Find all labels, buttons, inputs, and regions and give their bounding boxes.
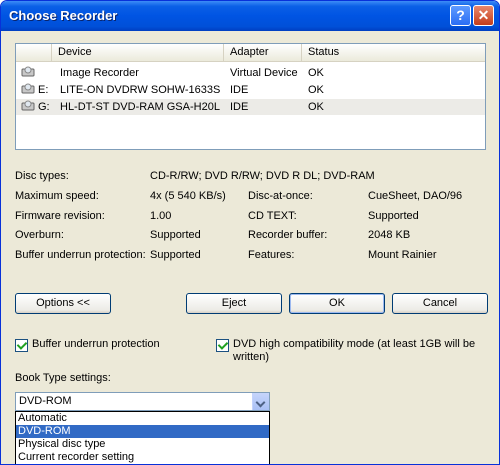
- device-name: Image Recorder: [60, 67, 139, 79]
- overburn-value: Supported: [150, 229, 201, 241]
- cancel-button[interactable]: Cancel: [392, 293, 488, 314]
- dropdown-option[interactable]: Automatic: [16, 412, 269, 425]
- disc-at-once-label: Disc-at-once:: [248, 190, 313, 202]
- drive-icon: [21, 83, 35, 94]
- list-item-drive-e[interactable]: E: LITE-ON DVDRW SOHW-1633S IDE OK: [16, 82, 485, 98]
- adapter-name: IDE: [230, 101, 249, 113]
- recorder-buffer-label: Recorder buffer:: [248, 229, 328, 241]
- adapter-column-header[interactable]: Adapter: [224, 44, 302, 61]
- max-speed-label: Maximum speed:: [15, 190, 99, 202]
- firmware-label: Firmware revision:: [15, 210, 105, 222]
- buffer-underrun-value: Supported: [150, 249, 201, 261]
- title-bar[interactable]: Choose Recorder ? ✕: [1, 1, 499, 31]
- dropdown-option-selected[interactable]: DVD-ROM: [16, 425, 269, 438]
- dvd-compat-checkbox-label[interactable]: DVD high compatibility mode (at least 1G…: [233, 338, 475, 350]
- status-column-header[interactable]: Status: [302, 44, 485, 61]
- device-status: OK: [308, 101, 324, 113]
- buffer-underrun-checkbox-label[interactable]: Buffer underrun protection: [32, 338, 160, 350]
- drive-letter: G:: [38, 101, 50, 113]
- list-item-image-recorder[interactable]: Image Recorder Virtual Device OK: [16, 65, 485, 81]
- device-name: LITE-ON DVDRW SOHW-1633S: [60, 84, 221, 96]
- disc-at-once-value: CueSheet, DAO/96: [368, 190, 463, 202]
- book-type-dropdown[interactable]: Automatic DVD-ROM Physical disc type Cur…: [15, 411, 270, 464]
- eject-button[interactable]: Eject: [186, 293, 282, 314]
- disc-types-label: Disc types:: [15, 170, 69, 182]
- list-header: Device Adapter Status: [16, 44, 485, 62]
- ok-button[interactable]: OK: [289, 293, 385, 314]
- device-column-header[interactable]: Device: [52, 44, 224, 61]
- overburn-label: Overburn:: [15, 229, 64, 241]
- disc-types-value: CD-R/RW; DVD R/RW; DVD R DL; DVD-RAM: [150, 170, 375, 182]
- close-button[interactable]: ✕: [473, 5, 494, 26]
- list-item-drive-g[interactable]: G: HL-DT-ST DVD-RAM GSA-H20L IDE OK: [16, 99, 485, 115]
- cd-text-value: Supported: [368, 210, 419, 222]
- adapter-name: IDE: [230, 84, 249, 96]
- chevron-down-icon[interactable]: [252, 393, 269, 410]
- book-type-select[interactable]: DVD-ROM: [15, 392, 270, 411]
- max-speed-value: 4x (5 540 KB/s): [150, 190, 226, 202]
- dropdown-option[interactable]: Physical disc type: [16, 438, 269, 451]
- drive-letter: E:: [38, 84, 49, 96]
- dvd-compat-checkbox-label-line2[interactable]: written): [233, 351, 269, 363]
- dvd-compat-checkbox[interactable]: [216, 339, 229, 352]
- firmware-value: 1.00: [150, 210, 172, 222]
- features-label: Features:: [248, 249, 295, 261]
- help-button[interactable]: ?: [450, 5, 471, 26]
- device-list[interactable]: Device Adapter Status Image Recorder Vir…: [15, 43, 486, 150]
- book-type-label: Book Type settings:: [15, 372, 111, 384]
- cd-text-label: CD TEXT:: [248, 210, 297, 222]
- device-status: OK: [308, 67, 324, 79]
- drive-icon: [21, 66, 35, 77]
- device-name: HL-DT-ST DVD-RAM GSA-H20L: [60, 101, 220, 113]
- icon-column-header[interactable]: [16, 44, 52, 61]
- recorder-buffer-value: 2048 KB: [368, 229, 411, 241]
- buffer-underrun-checkbox[interactable]: [15, 339, 28, 352]
- options-button[interactable]: Options <<: [15, 293, 111, 314]
- window-title: Choose Recorder: [9, 8, 118, 23]
- book-type-selected: DVD-ROM: [19, 395, 72, 407]
- dropdown-option[interactable]: Current recorder setting: [16, 451, 269, 464]
- drive-icon: [21, 100, 35, 111]
- adapter-name: Virtual Device: [230, 67, 298, 79]
- features-value: Mount Rainier: [368, 249, 437, 261]
- buffer-underrun-label: Buffer underrun protection:: [15, 249, 146, 261]
- choose-recorder-dialog: Choose Recorder ? ✕ Device Adapter Statu…: [0, 0, 500, 465]
- device-status: OK: [308, 84, 324, 96]
